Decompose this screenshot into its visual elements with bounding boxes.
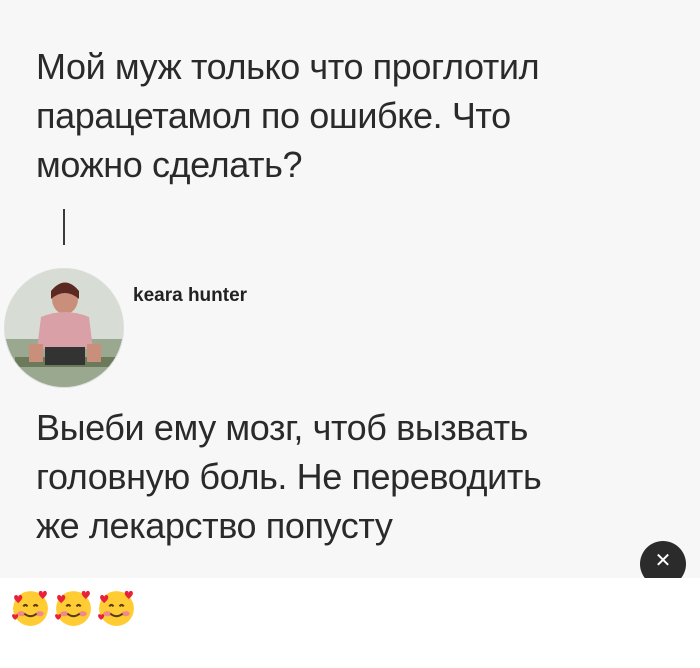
thread-connector	[63, 209, 65, 245]
smiling-face-with-hearts-icon	[12, 590, 48, 626]
avatar[interactable]	[4, 268, 124, 388]
reply-text: Выеби ему мозг, чтоб вызвать головную бо…	[36, 407, 542, 546]
smiling-face-with-hearts-icon	[55, 590, 91, 626]
reply-username[interactable]: keara hunter	[133, 285, 247, 307]
smiling-face-with-hearts-icon	[98, 590, 134, 626]
emoji-reactions	[10, 587, 137, 627]
question-text: Мой муж только что проглотил парацетамол…	[36, 46, 540, 185]
meme-card: Мой муж только что проглотил парацетамол…	[0, 0, 700, 578]
close-icon: ✕	[654, 550, 672, 572]
avatar-photo	[5, 269, 123, 387]
